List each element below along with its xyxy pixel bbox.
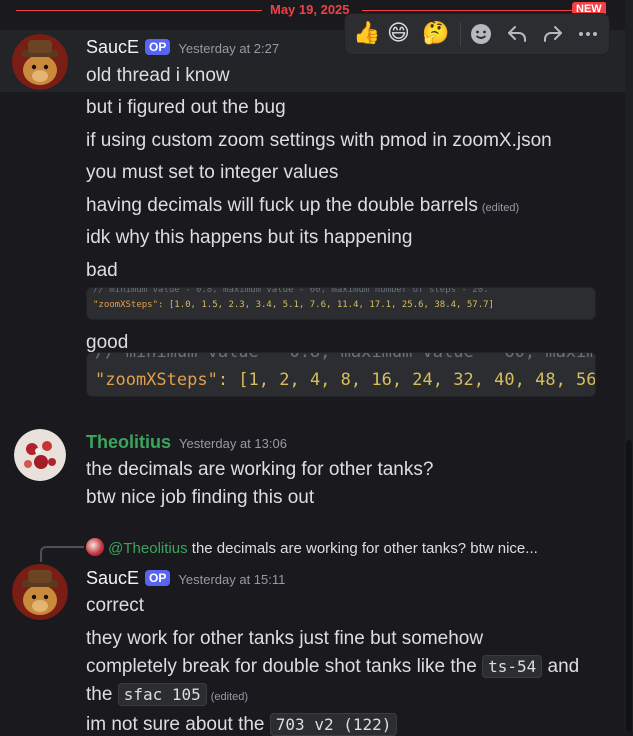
reply-preview[interactable]: @Theolitius the decimals are working for… xyxy=(86,538,538,557)
inline-code: sfac 105 xyxy=(117,683,207,706)
message-header: SaucE OP Yesterday at 15:11 xyxy=(86,568,285,589)
author-name[interactable]: Theolitius xyxy=(86,432,171,452)
message-text: having decimals will fuck up the double … xyxy=(86,195,519,217)
message-text: old thread i know xyxy=(86,65,230,86)
message-text: the sfac 105 (edited) xyxy=(86,683,249,706)
message-header: Theolitius Yesterday at 13:06 xyxy=(86,432,287,453)
author-name[interactable]: SaucE xyxy=(86,568,139,588)
reply-avatar xyxy=(86,538,104,556)
edited-tag: (edited) xyxy=(210,691,249,703)
code-block-bad: // minimum value - 0.8, maximum value - … xyxy=(86,287,596,320)
code-key: "zoomXSteps" xyxy=(95,370,218,390)
message-text: idk why this happens but its happening xyxy=(86,227,413,248)
message-text-content: the xyxy=(86,684,113,705)
scrollbar-thumb[interactable] xyxy=(626,440,632,732)
avatar[interactable] xyxy=(14,429,66,481)
message-text: good xyxy=(86,332,129,353)
message-text-content: completely break for double shot tanks l… xyxy=(86,656,477,677)
thumbs-up-reaction[interactable]: 👍 xyxy=(353,20,380,46)
avatar[interactable] xyxy=(12,564,68,620)
message-text: correct xyxy=(86,595,145,616)
message-text: im not sure about the 703 v2 (122) xyxy=(86,713,398,736)
toolbar-separator xyxy=(460,22,461,46)
divider-date: May 19, 2025 xyxy=(270,2,350,17)
reply-icon[interactable] xyxy=(505,22,529,46)
message-text: you must set to integer values xyxy=(86,162,339,183)
message-text: if using custom zoom settings with pmod … xyxy=(86,130,552,151)
inline-code: 703 v2 (122) xyxy=(269,713,398,736)
message-text-content: and xyxy=(547,656,580,677)
message-actions-toolbar: 👍 😄 🤔 xyxy=(344,13,610,55)
divider-line-left xyxy=(16,10,262,11)
code-line: "zoomXSteps": [1, 2, 4, 8, 16, 24, 32, 4… xyxy=(95,370,596,390)
inline-code: ts-54 xyxy=(482,655,543,678)
avatar[interactable] xyxy=(12,34,68,90)
reply-mention[interactable]: @Theolitius xyxy=(108,540,187,557)
author-name[interactable]: SaucE xyxy=(86,37,139,57)
code-values: : [1, 2, 4, 8, 16, 24, 32, 40, 48, 56] xyxy=(217,370,596,390)
message-text-content: having decimals will fuck up the double … xyxy=(86,195,478,216)
timestamp[interactable]: Yesterday at 2:27 xyxy=(178,41,279,56)
message-header: SaucE OP Yesterday at 2:27 xyxy=(86,37,279,58)
code-line: "zoomXSteps": [1.0, 1.5, 2.3, 3.4, 5.1, … xyxy=(93,300,494,310)
code-values: : [1.0, 1.5, 2.3, 3.4, 5.1, 7.6, 11.4, 1… xyxy=(158,300,494,310)
code-block-good: // minimum value - 0.8, maximum value - … xyxy=(86,352,596,397)
thinking-reaction[interactable]: 🤔 xyxy=(422,20,449,46)
message-text: btw nice job finding this out xyxy=(86,487,315,508)
grin-reaction[interactable]: 😄 xyxy=(387,20,410,46)
forward-icon[interactable] xyxy=(541,22,565,46)
code-comment: // minimum value - 0.8, maximum value - … xyxy=(95,352,596,362)
add-reaction-icon[interactable] xyxy=(469,22,493,46)
message-text: but i figured out the bug xyxy=(86,97,286,118)
code-key: "zoomXSteps" xyxy=(93,300,159,310)
op-badge: OP xyxy=(145,39,171,55)
message-text: bad xyxy=(86,260,118,281)
more-options-icon[interactable] xyxy=(576,22,600,46)
timestamp[interactable]: Yesterday at 13:06 xyxy=(179,436,287,451)
op-badge: OP xyxy=(145,570,171,586)
message-text: they work for other tanks just fine but … xyxy=(86,628,484,649)
message-text: completely break for double shot tanks l… xyxy=(86,655,580,678)
message-text: the decimals are working for other tanks… xyxy=(86,459,434,480)
reply-spine xyxy=(40,546,84,562)
timestamp[interactable]: Yesterday at 15:11 xyxy=(178,572,285,587)
reply-text: the decimals are working for other tanks… xyxy=(191,540,538,557)
divider-line-right xyxy=(362,10,572,11)
edited-tag: (edited) xyxy=(481,202,520,214)
code-comment: // minimum value - 0.8, maximum value - … xyxy=(93,287,489,295)
